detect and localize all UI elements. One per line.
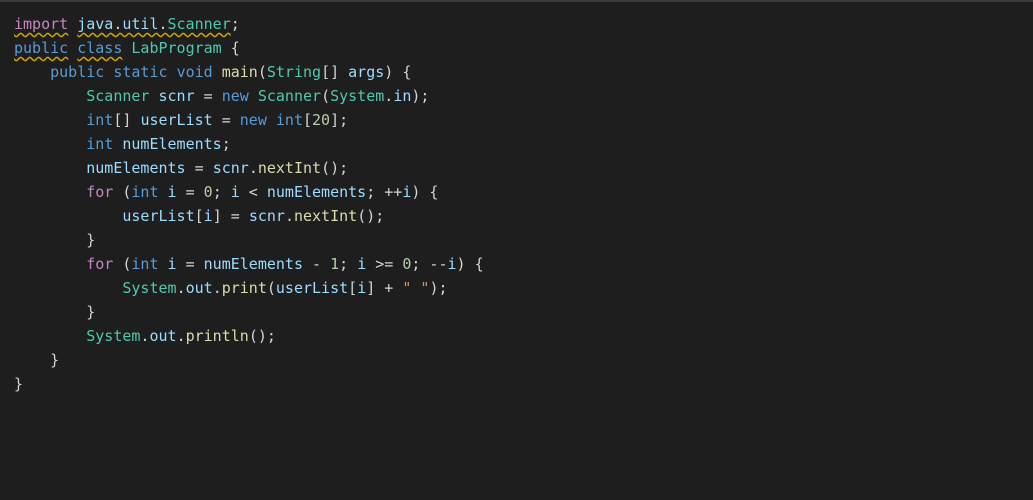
var-i: i bbox=[168, 183, 177, 201]
code-line: System.out.print(userList[i] + " "); bbox=[14, 279, 448, 297]
code-line: } bbox=[14, 303, 95, 321]
method-main: main bbox=[222, 63, 258, 81]
literal-0: 0 bbox=[204, 183, 213, 201]
code-line: } bbox=[14, 231, 95, 249]
code-line: } bbox=[14, 375, 23, 393]
var-scnr: scnr bbox=[159, 87, 195, 105]
keyword-class: class bbox=[77, 39, 122, 57]
var-i: i bbox=[168, 255, 177, 273]
var-numelements: numElements bbox=[204, 255, 303, 273]
brace-close: } bbox=[86, 303, 95, 321]
code-line: System.out.println(); bbox=[14, 327, 276, 345]
keyword-public: public bbox=[50, 63, 104, 81]
class-name: Scanner bbox=[168, 15, 231, 33]
code-line: } bbox=[14, 351, 59, 369]
keyword-new: new bbox=[240, 111, 267, 129]
code-editor[interactable]: import java.util.Scanner; public class L… bbox=[14, 12, 1019, 396]
type-int: int bbox=[276, 111, 303, 129]
type-string: String bbox=[267, 63, 321, 81]
type-scanner: Scanner bbox=[86, 87, 149, 105]
string-literal: " " bbox=[402, 279, 429, 297]
package-segment: java bbox=[77, 15, 113, 33]
code-line: public class LabProgram { bbox=[14, 39, 240, 57]
class-name: LabProgram bbox=[131, 39, 221, 57]
brace-close: } bbox=[14, 375, 23, 393]
method-nextint: nextInt bbox=[258, 159, 321, 177]
var-scnr: scnr bbox=[213, 159, 249, 177]
literal-1: 1 bbox=[330, 255, 339, 273]
code-line: numElements = scnr.nextInt(); bbox=[14, 159, 348, 177]
field-in: in bbox=[393, 87, 411, 105]
code-line: for (int i = 0; i < numElements; ++i) { bbox=[14, 183, 438, 201]
code-line: Scanner scnr = new Scanner(System.in); bbox=[14, 87, 429, 105]
var-numelements: numElements bbox=[122, 135, 221, 153]
var-i: i bbox=[357, 279, 366, 297]
package-segment: util bbox=[122, 15, 158, 33]
var-i: i bbox=[204, 207, 213, 225]
class-system: System bbox=[330, 87, 384, 105]
method-nextint: nextInt bbox=[294, 207, 357, 225]
keyword-for: for bbox=[86, 255, 113, 273]
var-scnr: scnr bbox=[249, 207, 285, 225]
keyword-static: static bbox=[113, 63, 167, 81]
code-line: int[] userList = new int[20]; bbox=[14, 111, 348, 129]
code-line: userList[i] = scnr.nextInt(); bbox=[14, 207, 384, 225]
var-userlist: userList bbox=[276, 279, 348, 297]
class-system: System bbox=[122, 279, 176, 297]
brace-close: } bbox=[86, 231, 95, 249]
keyword-void: void bbox=[177, 63, 213, 81]
type-int: int bbox=[86, 135, 113, 153]
method-print: print bbox=[222, 279, 267, 297]
var-numelements: numElements bbox=[86, 159, 185, 177]
brace-close: } bbox=[50, 351, 59, 369]
code-line: public static void main(String[] args) { bbox=[14, 63, 411, 81]
var-numelements: numElements bbox=[267, 183, 366, 201]
literal-20: 20 bbox=[312, 111, 330, 129]
var-i: i bbox=[231, 183, 240, 201]
type-int: int bbox=[131, 183, 158, 201]
type-int: int bbox=[86, 111, 113, 129]
keyword-public: public bbox=[14, 39, 68, 57]
code-line: for (int i = numElements - 1; i >= 0; --… bbox=[14, 255, 484, 273]
var-i: i bbox=[357, 255, 366, 273]
ctor-scanner: Scanner bbox=[258, 87, 321, 105]
keyword-import: import bbox=[14, 15, 68, 33]
keyword-for: for bbox=[86, 183, 113, 201]
type-int: int bbox=[131, 255, 158, 273]
code-line: int numElements; bbox=[14, 135, 231, 153]
field-out: out bbox=[186, 279, 213, 297]
code-line: import java.util.Scanner; bbox=[14, 15, 240, 33]
param-args: args bbox=[348, 63, 384, 81]
class-system: System bbox=[86, 327, 140, 345]
keyword-new: new bbox=[222, 87, 249, 105]
var-userlist: userList bbox=[140, 111, 212, 129]
field-out: out bbox=[149, 327, 176, 345]
var-i: i bbox=[448, 255, 457, 273]
var-userlist: userList bbox=[122, 207, 194, 225]
method-println: println bbox=[186, 327, 249, 345]
